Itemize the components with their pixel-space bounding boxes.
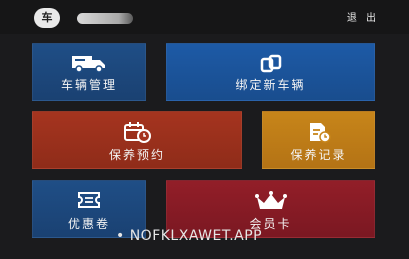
link-icon	[260, 54, 281, 73]
watermark-text: • NOFKLXAWET.APP	[116, 228, 263, 244]
calendar-clock-icon	[124, 122, 151, 143]
logout-button[interactable]: 退 出	[347, 9, 379, 24]
vehicle-management-tile[interactable]: 车辆管理	[32, 43, 146, 101]
record-icon	[309, 123, 331, 143]
crown-icon	[254, 191, 287, 209]
avatar[interactable]: 车	[34, 8, 60, 28]
vehicle-management-label: 车辆管理	[60, 78, 117, 92]
maintenance-records-label: 保养记录	[290, 148, 347, 162]
maintenance-booking-label: 保养预约	[108, 148, 165, 162]
bind-vehicle-tile[interactable]: 绑定新车辆	[166, 43, 375, 101]
ticket-icon	[78, 192, 100, 208]
truck-icon	[72, 56, 105, 73]
user-name-redacted	[77, 13, 133, 24]
maintenance-records-tile[interactable]: 保养记录	[262, 111, 375, 169]
maintenance-booking-tile[interactable]: 保养预约	[32, 111, 242, 169]
bind-vehicle-label: 绑定新车辆	[235, 78, 306, 92]
app-header: 车 退 出	[0, 0, 409, 34]
